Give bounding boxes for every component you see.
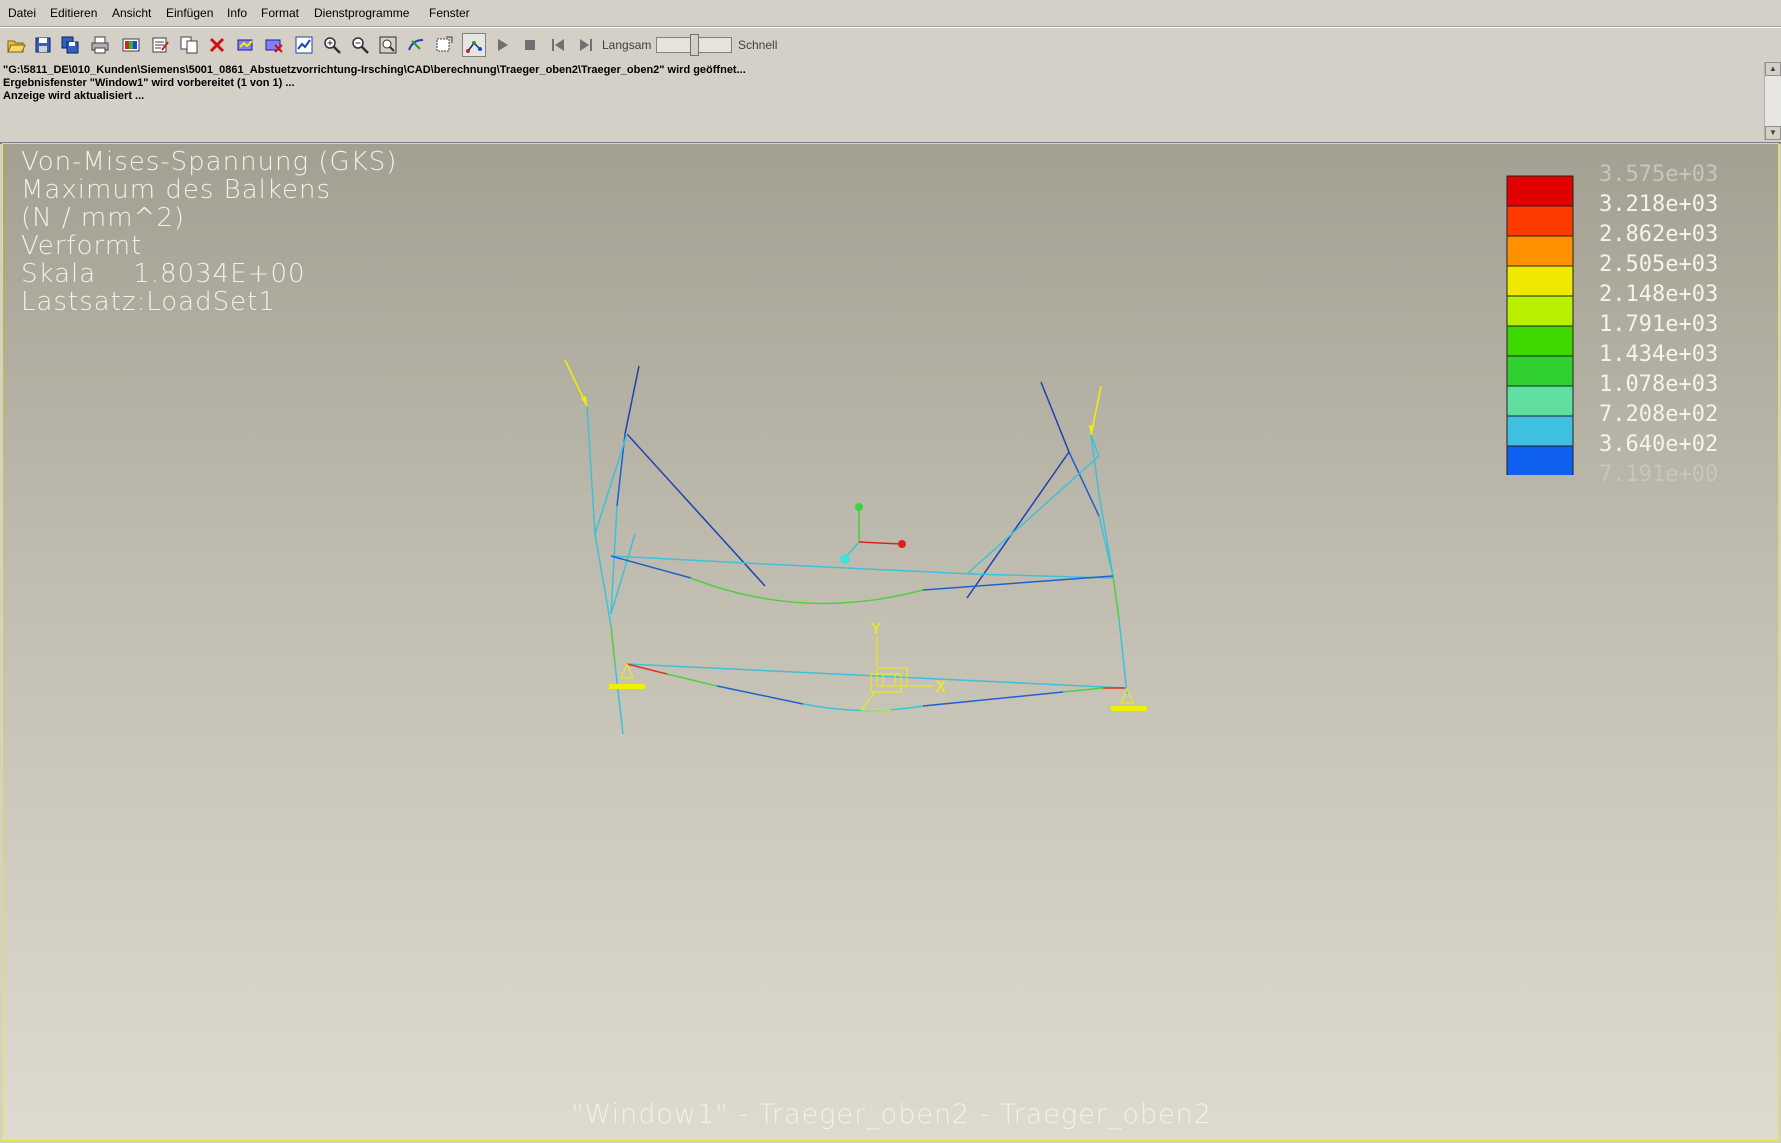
orient-button[interactable] — [404, 33, 428, 57]
play-button[interactable] — [490, 33, 514, 57]
save-icon — [35, 37, 51, 53]
message-scrollbar[interactable]: ▲ ▼ — [1764, 62, 1781, 140]
speed-slider-thumb[interactable] — [690, 34, 699, 56]
animate-frames-icon — [466, 41, 482, 53]
message-area: "G:\5811_DE\010_Kunden\Siemens\5001_0861… — [0, 62, 1781, 144]
menu-editieren[interactable]: Editieren — [50, 6, 97, 20]
last-frame-icon — [580, 39, 592, 51]
speed-slow-label: Langsam — [602, 38, 652, 52]
menu-dienstprogramme[interactable]: Dienstprogramme — [314, 6, 409, 20]
menu-einfuegen[interactable]: Einfügen — [166, 6, 213, 20]
print-button[interactable] — [88, 33, 112, 57]
toolbar: Langsam Schnell — [0, 27, 1781, 63]
view-button[interactable] — [432, 33, 456, 57]
edit-definition-icon — [152, 37, 169, 53]
edit-definition-button[interactable] — [148, 33, 172, 57]
menu-info[interactable]: Info — [227, 6, 247, 20]
result-window[interactable]: Von-Mises-Spannung (GKS) Maximum des Bal… — [2, 143, 1779, 1141]
delete-icon — [209, 37, 225, 53]
open-icon — [7, 40, 26, 53]
hide-button[interactable] — [262, 33, 286, 57]
copy-icon — [180, 36, 198, 54]
first-frame-icon — [552, 39, 564, 51]
show-icon — [237, 39, 253, 51]
save-as-icon — [61, 36, 79, 54]
palette-icon — [122, 38, 140, 52]
refit-icon — [379, 36, 397, 54]
axis-y-label: Y — [870, 619, 881, 638]
view-icon — [436, 36, 453, 52]
beam-upper-frame — [610, 555, 1114, 605]
save-button[interactable] — [31, 33, 55, 57]
delete-button[interactable] — [205, 33, 229, 57]
hide-icon — [265, 39, 283, 53]
menu-bar: Datei Editieren Ansicht Einfügen Info Fo… — [0, 0, 1781, 27]
spin-center-icon — [840, 503, 906, 564]
open-button[interactable] — [4, 33, 28, 57]
menu-fenster[interactable]: Fenster — [429, 6, 470, 20]
beam-right-column — [966, 381, 1128, 695]
zoom-out-icon — [352, 37, 369, 54]
axis-x-label: X — [935, 677, 946, 696]
load-arrow — [564, 359, 588, 407]
support-right — [1111, 687, 1147, 711]
first-frame-button[interactable] — [546, 33, 570, 57]
speed-fast-label: Schnell — [738, 38, 778, 52]
stop-button[interactable] — [518, 33, 542, 57]
beam-left-column — [586, 365, 766, 735]
message-line: Ergebnisfenster "Window1" wird vorbereit… — [3, 77, 295, 89]
load-arrow — [1089, 385, 1102, 436]
orient-icon — [408, 39, 424, 51]
scroll-up-icon[interactable]: ▲ — [1765, 62, 1781, 76]
stop-icon — [525, 40, 535, 50]
message-line: "G:\5811_DE\010_Kunden\Siemens\5001_0861… — [3, 64, 746, 76]
menu-format[interactable]: Format — [261, 6, 299, 20]
beam-model: Y X — [564, 359, 1147, 735]
play-icon — [498, 39, 508, 51]
print-icon — [91, 36, 109, 54]
copy-button[interactable] — [177, 33, 201, 57]
animate-frames-button[interactable] — [462, 33, 486, 57]
menu-ansicht[interactable]: Ansicht — [112, 6, 151, 20]
window-caption: "Window1" - Traeger_oben2 - Traeger_oben… — [571, 1099, 1212, 1130]
menu-datei[interactable]: Datei — [8, 6, 36, 20]
refit-button[interactable] — [376, 33, 400, 57]
beam-lower-frame — [626, 663, 1126, 712]
message-line: Anzeige wird aktualisiert ... — [3, 90, 145, 102]
zoom-in-icon — [324, 37, 341, 54]
zoom-out-button[interactable] — [348, 33, 372, 57]
update-icon — [295, 36, 313, 54]
scroll-down-icon[interactable]: ▼ — [1765, 126, 1781, 140]
zoom-in-button[interactable] — [320, 33, 344, 57]
save-as-button[interactable] — [58, 33, 82, 57]
model-coordinate-system — [860, 636, 933, 711]
show-button[interactable] — [234, 33, 258, 57]
palette-button[interactable] — [119, 33, 143, 57]
update-button[interactable] — [292, 33, 316, 57]
last-frame-button[interactable] — [574, 33, 598, 57]
